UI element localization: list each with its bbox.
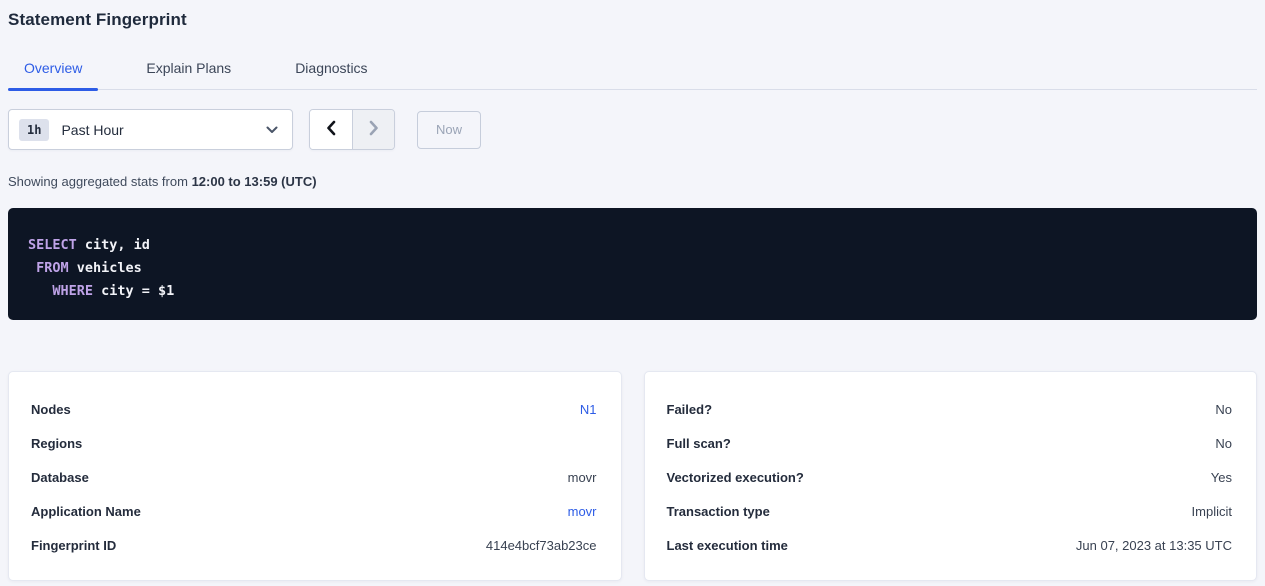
time-controls: 1h Past Hour Now bbox=[8, 109, 1257, 150]
row-value: No bbox=[1215, 436, 1232, 451]
statement-sql-box: SELECT city, id FROM vehicles WHERE city… bbox=[8, 208, 1257, 320]
row-label: Fingerprint ID bbox=[31, 538, 116, 553]
tab-diagnostics[interactable]: Diagnostics bbox=[279, 54, 383, 89]
row-label: Nodes bbox=[31, 402, 71, 417]
nodes-link[interactable]: N1 bbox=[580, 402, 597, 417]
sql-text: city = $1 bbox=[93, 283, 174, 299]
row-regions: Regions bbox=[31, 426, 597, 460]
row-value: 414e4bcf73ab23ce bbox=[486, 538, 597, 553]
sql-line: WHERE city = $1 bbox=[28, 280, 1237, 303]
row-label: Full scan? bbox=[667, 436, 731, 451]
page-title: Statement Fingerprint bbox=[8, 0, 1257, 30]
time-shift-button-group bbox=[309, 109, 395, 150]
row-label: Transaction type bbox=[667, 504, 770, 519]
row-label: Last execution time bbox=[667, 538, 788, 553]
sql-line: SELECT city, id bbox=[28, 234, 1237, 257]
aggregated-stats-prefix: Showing aggregated stats from bbox=[8, 174, 192, 189]
row-full-scan: Full scan? No bbox=[667, 426, 1233, 460]
chevron-down-icon bbox=[266, 126, 278, 134]
row-label: Vectorized execution? bbox=[667, 470, 804, 485]
execution-attributes-card: Failed? No Full scan? No Vectorized exec… bbox=[644, 371, 1258, 581]
row-value: Yes bbox=[1211, 470, 1232, 485]
row-value: No bbox=[1215, 402, 1232, 417]
sql-keyword: WHERE bbox=[52, 283, 93, 299]
row-failed: Failed? No bbox=[667, 392, 1233, 426]
row-application-name: Application Name movr bbox=[31, 494, 597, 528]
application-name-link[interactable]: movr bbox=[568, 504, 597, 519]
sql-line: FROM vehicles bbox=[28, 257, 1237, 280]
aggregated-stats-caption: Showing aggregated stats from 12:00 to 1… bbox=[8, 174, 1257, 189]
time-interval-dropdown[interactable]: 1h Past Hour bbox=[8, 109, 293, 150]
tab-explain-plans[interactable]: Explain Plans bbox=[130, 54, 247, 89]
next-interval-button[interactable] bbox=[352, 110, 394, 149]
statement-details-card: Nodes N1 Regions Database movr Applicati… bbox=[8, 371, 622, 581]
tab-bar: Overview Explain Plans Diagnostics bbox=[8, 54, 1257, 90]
row-fingerprint-id: Fingerprint ID 414e4bcf73ab23ce bbox=[31, 528, 597, 562]
chevron-right-icon bbox=[369, 120, 379, 139]
row-label: Database bbox=[31, 470, 89, 485]
summary-cards: Nodes N1 Regions Database movr Applicati… bbox=[8, 371, 1257, 581]
now-button[interactable]: Now bbox=[417, 111, 481, 149]
tab-explain-plans-label: Explain Plans bbox=[146, 60, 231, 76]
time-interval-label: Past Hour bbox=[61, 122, 266, 138]
sql-text: vehicles bbox=[69, 260, 142, 276]
row-value: Jun 07, 2023 at 13:35 UTC bbox=[1076, 538, 1232, 553]
chevron-left-icon bbox=[326, 120, 336, 139]
statement-fingerprint-page: Statement Fingerprint Overview Explain P… bbox=[0, 0, 1265, 581]
row-label: Failed? bbox=[667, 402, 713, 417]
sql-keyword: FROM bbox=[36, 260, 69, 276]
sql-keyword: SELECT bbox=[28, 237, 77, 253]
row-value: movr bbox=[568, 470, 597, 485]
row-vectorized-execution: Vectorized execution? Yes bbox=[667, 460, 1233, 494]
tab-overview[interactable]: Overview bbox=[8, 54, 98, 89]
aggregated-stats-range: 12:00 to 13:59 (UTC) bbox=[192, 174, 317, 189]
row-label: Regions bbox=[31, 436, 82, 451]
previous-interval-button[interactable] bbox=[310, 110, 352, 149]
row-label: Application Name bbox=[31, 504, 141, 519]
tab-overview-label: Overview bbox=[24, 60, 82, 76]
row-value: Implicit bbox=[1192, 504, 1232, 519]
time-interval-badge: 1h bbox=[19, 119, 49, 141]
sql-text: city, id bbox=[77, 237, 150, 253]
row-database: Database movr bbox=[31, 460, 597, 494]
row-last-execution-time: Last execution time Jun 07, 2023 at 13:3… bbox=[667, 528, 1233, 562]
row-transaction-type: Transaction type Implicit bbox=[667, 494, 1233, 528]
tab-diagnostics-label: Diagnostics bbox=[295, 60, 367, 76]
row-nodes: Nodes N1 bbox=[31, 392, 597, 426]
